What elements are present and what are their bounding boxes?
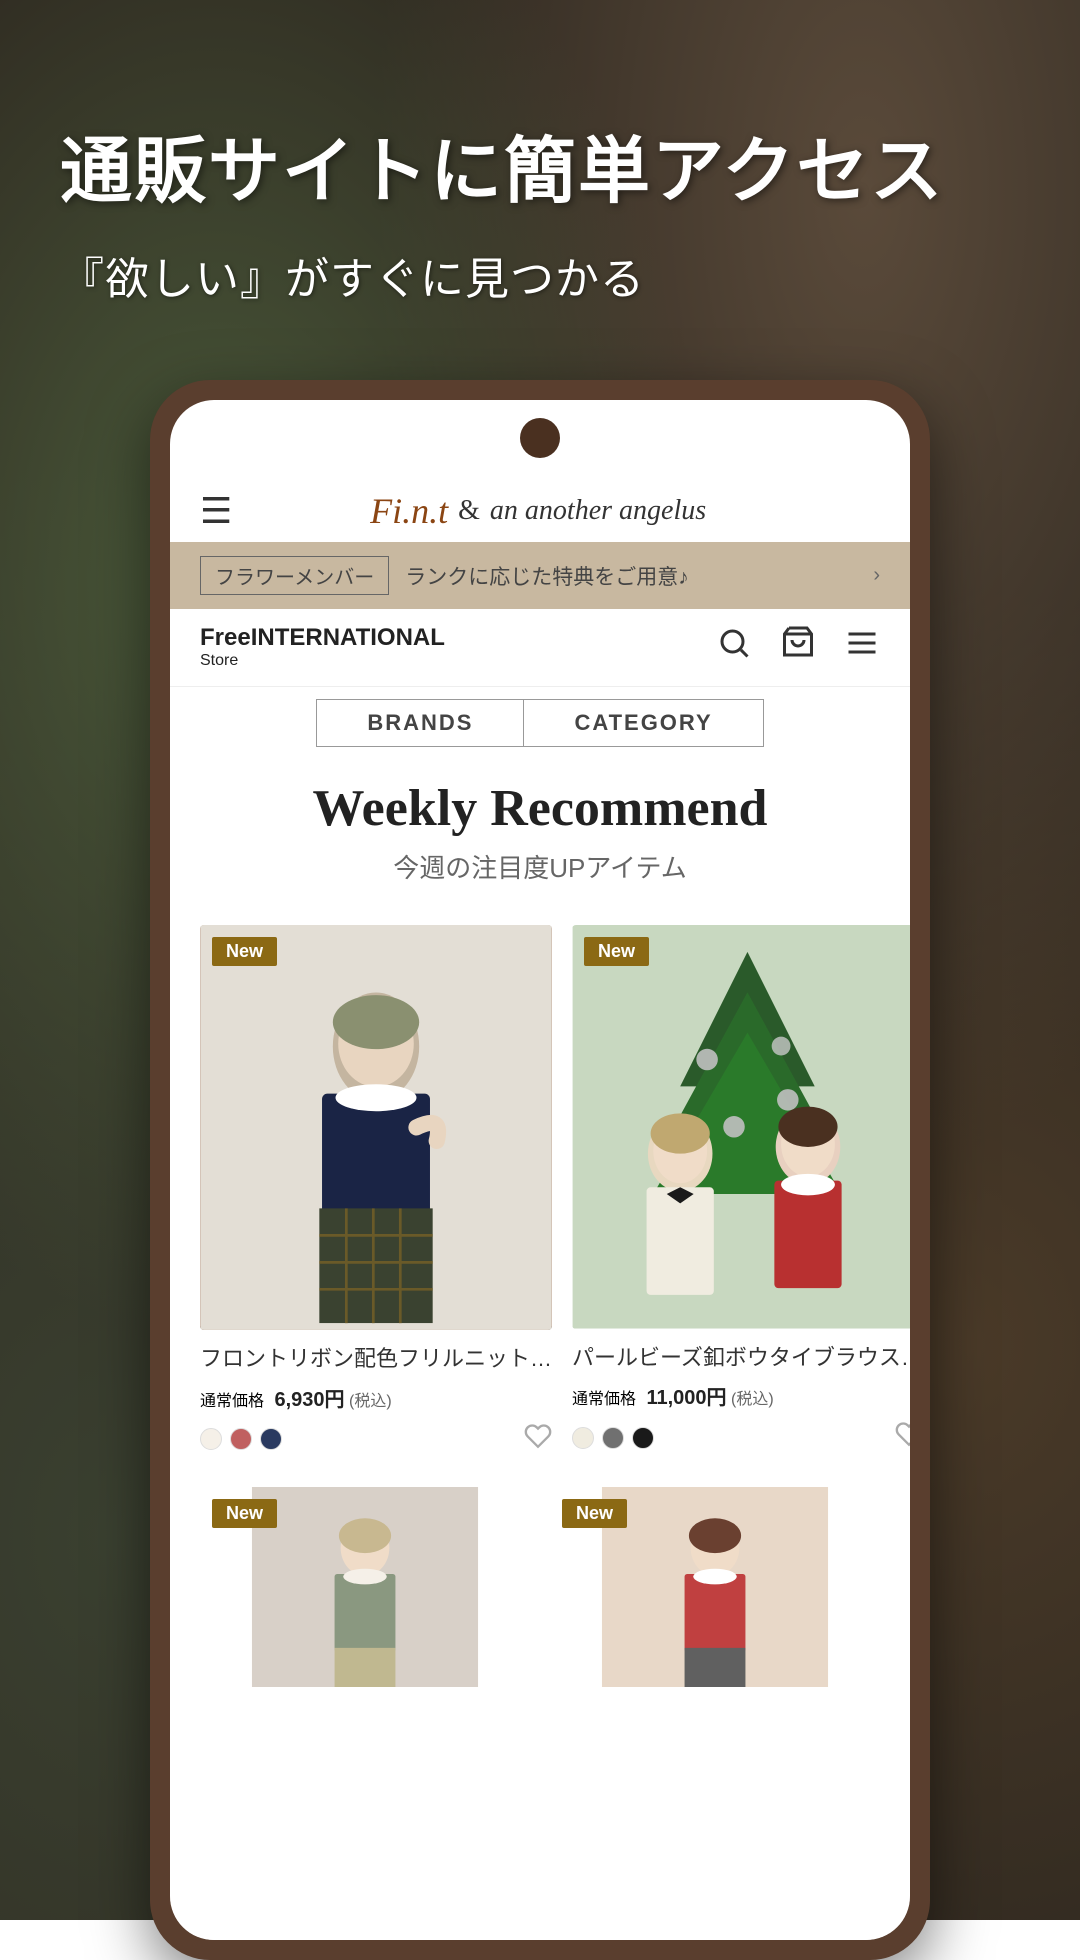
color-dot-gray bbox=[602, 1427, 624, 1449]
product-image-wrap-4: New bbox=[550, 1487, 880, 1687]
main-headline: 通販サイトに簡単アクセス bbox=[60, 133, 1020, 212]
brand-logo-and: & bbox=[458, 495, 480, 527]
price-tax-2: (税込) bbox=[731, 1391, 774, 1408]
app-scroll[interactable]: ☰ Fi.n.t & an another angelus フラワーメンバー ラ… bbox=[170, 470, 910, 1940]
product-name-1: フロントリボン配色フリルニット… bbox=[200, 1344, 552, 1375]
product-image-2 bbox=[572, 925, 910, 1329]
product-image-wrap-2: New bbox=[572, 925, 910, 1329]
product-name-2: パールビーズ釦ボウタイブラウス… bbox=[572, 1343, 910, 1374]
sub-headline: 『欲しい』がすぐに見つかる bbox=[60, 243, 1020, 307]
brand-logo-2: an another angelus bbox=[490, 495, 706, 527]
price-label-text-2: 通常価格 bbox=[572, 1391, 636, 1408]
product-badge-2: New bbox=[584, 937, 649, 966]
price-value-2: 11,000円 bbox=[646, 1387, 726, 1409]
color-dot-black bbox=[632, 1427, 654, 1449]
wishlist-icon-2[interactable] bbox=[895, 1420, 910, 1455]
product-grid: New フロントリボン配色フリルニット… 通常価格 6,930円 (税込) bbox=[170, 915, 910, 1467]
weekly-subtitle: 今週の注目度UPアイテム bbox=[200, 848, 880, 885]
color-dot-cream bbox=[200, 1428, 222, 1450]
store-name: FreeINTERNATIONAL bbox=[200, 625, 445, 651]
category-tabs: BRANDS CATEGORY bbox=[170, 687, 910, 759]
product-image-1 bbox=[200, 925, 552, 1330]
brand-banner[interactable]: フラワーメンバー ランクに応じた特典をご用意♪ › bbox=[170, 542, 910, 609]
color-dots-1 bbox=[200, 1428, 282, 1450]
product-price-row-1: 通常価格 6,930円 (税込) bbox=[200, 1383, 552, 1412]
tab-brands[interactable]: BRANDS bbox=[316, 699, 523, 747]
app-nav: ☰ Fi.n.t & an another angelus bbox=[170, 470, 910, 542]
store-icons bbox=[716, 625, 880, 670]
product-image-wrap-1: New bbox=[200, 925, 552, 1330]
weekly-section: Weekly Recommend 今週の注目度UPアイテム bbox=[170, 759, 910, 915]
top-section: 通販サイトに簡単アクセス 『欲しい』がすぐに見つかる bbox=[0, 0, 1080, 420]
device-inner: ☰ Fi.n.t & an another angelus フラワーメンバー ラ… bbox=[170, 400, 910, 1940]
color-dots-2 bbox=[572, 1427, 654, 1449]
product-actions-2 bbox=[572, 1420, 910, 1455]
product-card-4[interactable]: New bbox=[540, 1477, 890, 1711]
cart-icon[interactable] bbox=[780, 625, 816, 670]
banner-text: ランクに応じた特典をご用意♪ bbox=[405, 561, 689, 591]
price-value-1: 6,930円 bbox=[274, 1389, 344, 1411]
color-dot-ivory bbox=[572, 1427, 594, 1449]
store-name-sub: Store bbox=[200, 652, 445, 670]
color-dot-navy bbox=[260, 1428, 282, 1450]
price-tax-1: (税込) bbox=[349, 1393, 392, 1410]
menu-icon[interactable] bbox=[844, 625, 880, 670]
product-badge-3: New bbox=[212, 1499, 277, 1528]
nav-hamburger-icon[interactable]: ☰ bbox=[200, 490, 232, 532]
product-badge-4: New bbox=[562, 1499, 627, 1528]
product-card-1[interactable]: New フロントリボン配色フリルニット… 通常価格 6,930円 (税込) bbox=[190, 915, 562, 1467]
app-content: ☰ Fi.n.t & an another angelus フラワーメンバー ラ… bbox=[170, 470, 910, 1940]
banner-tag: フラワーメンバー bbox=[200, 556, 389, 595]
camera-dot bbox=[520, 418, 560, 458]
product-price-label-2: 通常価格 11,000円 (税込) bbox=[572, 1381, 774, 1410]
price-label-text-1: 通常価格 bbox=[200, 1393, 264, 1410]
store-name-block: FreeINTERNATIONAL Store bbox=[200, 625, 445, 669]
search-icon[interactable] bbox=[716, 625, 752, 670]
product-grid-row2: New bbox=[170, 1477, 910, 1711]
product-card-3[interactable]: New bbox=[190, 1477, 540, 1711]
product-actions-1 bbox=[200, 1422, 552, 1457]
nav-logo: Fi.n.t & an another angelus bbox=[370, 490, 706, 532]
product-image-wrap-3: New bbox=[200, 1487, 530, 1687]
device-mockup: ☰ Fi.n.t & an another angelus フラワーメンバー ラ… bbox=[150, 380, 930, 1960]
wishlist-icon-1[interactable] bbox=[524, 1422, 552, 1457]
tab-category[interactable]: CATEGORY bbox=[523, 699, 763, 747]
store-header: FreeINTERNATIONAL Store bbox=[170, 609, 910, 687]
bottom-spacer bbox=[170, 1711, 910, 1771]
weekly-title: Weekly Recommend bbox=[200, 779, 880, 838]
product-badge-1: New bbox=[212, 937, 277, 966]
banner-arrow-icon: › bbox=[873, 564, 880, 587]
product-price-label-1: 通常価格 6,930円 (税込) bbox=[200, 1383, 392, 1412]
product-card-2[interactable]: New パールビーズ釦ボウタイブラウス… 通常価格 11,000円 (税込) bbox=[562, 915, 910, 1467]
color-dot-red bbox=[230, 1428, 252, 1450]
product-price-row-2: 通常価格 11,000円 (税込) bbox=[572, 1381, 910, 1410]
brand-logo-1: Fi.n.t bbox=[370, 490, 448, 532]
